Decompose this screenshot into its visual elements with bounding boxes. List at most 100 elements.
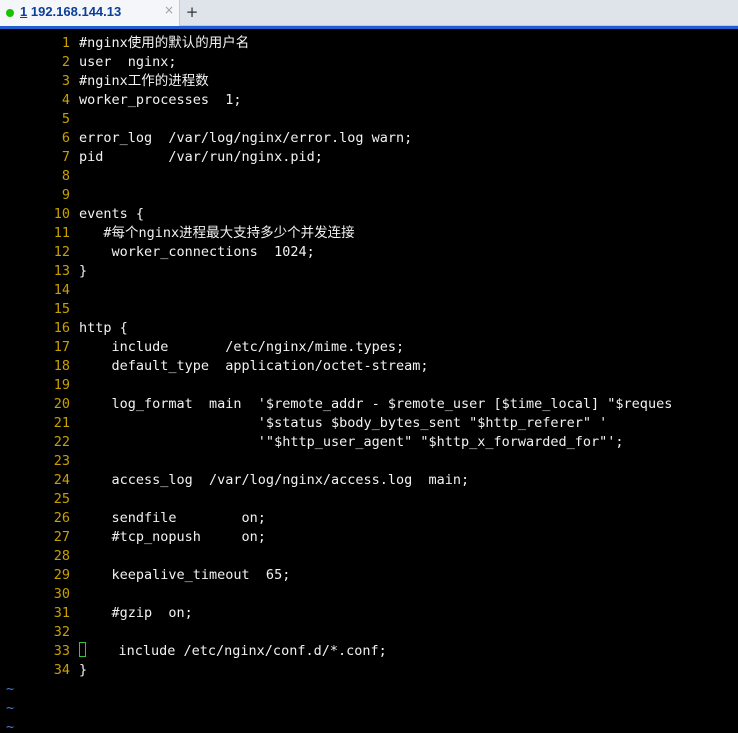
code-line[interactable]: 3 #nginx工作的进程数 — [0, 72, 209, 91]
code-text: #nginx使用的默认的用户名 — [79, 35, 250, 51]
new-tab-button[interactable]: + — [181, 0, 203, 25]
code-line[interactable]: 14 — [0, 281, 79, 300]
line-number: 10 — [53, 206, 70, 222]
code-line[interactable]: 34} — [0, 661, 87, 680]
code-line[interactable]: 10 events { — [0, 205, 144, 224]
code-line[interactable]: 29 keepalive_timeout 65; — [0, 566, 291, 585]
line-number: 21 — [53, 415, 70, 431]
code-text: sendfile on; — [79, 510, 266, 526]
code-line[interactable]: 1 #nginx使用的默认的用户名 — [0, 34, 249, 53]
tab-number: 1 — [20, 4, 28, 19]
code-text: '$status $body_bytes_sent "$http_referer… — [79, 415, 608, 431]
code-line[interactable]: 18 default_type application/octet-stream… — [0, 357, 429, 376]
code-line[interactable]: 23 — [0, 452, 79, 471]
code-line[interactable]: 5 — [0, 110, 79, 129]
code-text: #nginx工作的进程数 — [79, 73, 209, 89]
code-line[interactable]: 22 '"$http_user_agent" "$http_x_forwarde… — [0, 433, 624, 452]
code-text: http { — [79, 320, 128, 336]
code-text: include /etc/nginx/conf.d/*.conf; — [86, 643, 387, 659]
tab-title: 1 192.168.144.13 — [20, 4, 121, 19]
code-line[interactable]: 26 sendfile on; — [0, 509, 266, 528]
code-line[interactable]: 21 '$status $body_bytes_sent "$http_refe… — [0, 414, 608, 433]
line-number: 12 — [53, 244, 70, 260]
line-number: 1 — [61, 35, 70, 51]
line-number: 13 — [53, 263, 70, 279]
code-line[interactable]: 11 #每个nginx进程最大支持多少个并发连接 — [0, 224, 355, 243]
connection-status-icon — [6, 9, 14, 17]
line-number: 32 — [53, 624, 70, 640]
line-number: 24 — [53, 472, 70, 488]
tab-session[interactable]: 1 192.168.144.13 × — [0, 0, 180, 26]
code-text: worker_processes 1; — [79, 92, 242, 108]
code-line[interactable]: 32 — [0, 623, 79, 642]
line-number: 9 — [61, 187, 70, 203]
terminal-window: 1 192.168.144.13 × + 1 #nginx使用的默认的用户名 2 us… — [0, 0, 738, 733]
code-line[interactable]: 31 #gzip on; — [0, 604, 193, 623]
code-line[interactable]: 17 include /etc/nginx/mime.types; — [0, 338, 404, 357]
tab-host: 192.168.144.13 — [30, 4, 122, 19]
code-text: } — [79, 263, 88, 279]
code-line[interactable]: 4 worker_processes 1; — [0, 91, 242, 110]
line-number: 34 — [53, 662, 70, 678]
code-line[interactable]: 25 — [0, 490, 79, 509]
line-number: 25 — [53, 491, 70, 507]
line-number: 3 — [61, 73, 70, 89]
code-text: worker_connections 1024; — [79, 244, 315, 260]
empty-line-tilde: ~ — [6, 700, 15, 716]
line-number: 31 — [53, 605, 70, 621]
code-line[interactable]: 6 error_log /var/log/nginx/error.log warn… — [0, 129, 412, 148]
code-text: default_type application/octet-stream; — [79, 358, 429, 374]
line-number: 18 — [53, 358, 70, 374]
code-line[interactable]: 28 — [0, 547, 79, 566]
line-number: 27 — [53, 529, 70, 545]
empty-line-tilde: ~ — [6, 681, 15, 697]
code-line[interactable]: 9 — [0, 186, 79, 205]
line-number: 15 — [53, 301, 70, 317]
code-text: keepalive_timeout 65; — [79, 567, 291, 583]
code-text: include /etc/nginx/mime.types; — [79, 339, 405, 355]
line-number: 14 — [53, 282, 70, 298]
line-number: 5 — [61, 111, 70, 127]
line-number: 29 — [53, 567, 70, 583]
line-number: 20 — [53, 396, 70, 412]
code-line[interactable]: 2 user nginx; — [0, 53, 177, 72]
code-line[interactable]: 7 pid /var/run/nginx.pid; — [0, 148, 323, 167]
line-number: 30 — [53, 586, 70, 602]
line-number: 22 — [53, 434, 70, 450]
line-number: 19 — [53, 377, 70, 393]
code-line[interactable]: 16 http { — [0, 319, 128, 338]
line-number: 6 — [61, 130, 70, 146]
text-cursor — [79, 642, 86, 657]
code-text: log_format main '$remote_addr - $remote_… — [79, 396, 673, 412]
code-text: #gzip on; — [79, 605, 193, 621]
code-line[interactable]: 20 log_format main '$remote_addr - $remo… — [0, 395, 673, 414]
line-number: 33 — [53, 643, 70, 659]
code-line[interactable]: 12 worker_connections 1024; — [0, 243, 315, 262]
line-number: 28 — [53, 548, 70, 564]
code-text: pid /var/run/nginx.pid; — [79, 149, 323, 165]
code-text: access_log /var/log/nginx/access.log mai… — [79, 472, 470, 488]
code-line[interactable]: 8 — [0, 167, 79, 186]
code-text: '"$http_user_agent" "$http_x_forwarded_f… — [79, 434, 624, 450]
line-number: 17 — [53, 339, 70, 355]
line-number: 4 — [61, 92, 70, 108]
line-number: 8 — [61, 168, 70, 184]
code-text: events { — [79, 206, 145, 222]
code-line[interactable]: 19 — [0, 376, 79, 395]
code-line[interactable]: 13} — [0, 262, 87, 281]
line-number: 16 — [53, 320, 70, 336]
line-number: 2 — [61, 54, 70, 70]
line-number: 23 — [53, 453, 70, 469]
code-text: user nginx; — [79, 54, 177, 70]
code-line[interactable]: 30 — [0, 585, 79, 604]
code-line[interactable]: 24 access_log /var/log/nginx/access.log … — [0, 471, 469, 490]
line-number: 26 — [53, 510, 70, 526]
code-text: #每个nginx进程最大支持多少个并发连接 — [79, 225, 355, 241]
code-line[interactable]: 27 #tcp_nopush on; — [0, 528, 266, 547]
tab-bar: 1 192.168.144.13 × + — [0, 0, 738, 26]
code-line[interactable]: 15 — [0, 300, 79, 319]
vim-editor[interactable]: 1 #nginx使用的默认的用户名 2 user nginx; 3 #nginx工作的进程… — [0, 29, 738, 733]
code-text: } — [79, 662, 88, 678]
close-tab-icon[interactable]: × — [164, 3, 174, 17]
code-line[interactable]: 33 include /etc/nginx/conf.d/*.conf; — [0, 642, 387, 661]
